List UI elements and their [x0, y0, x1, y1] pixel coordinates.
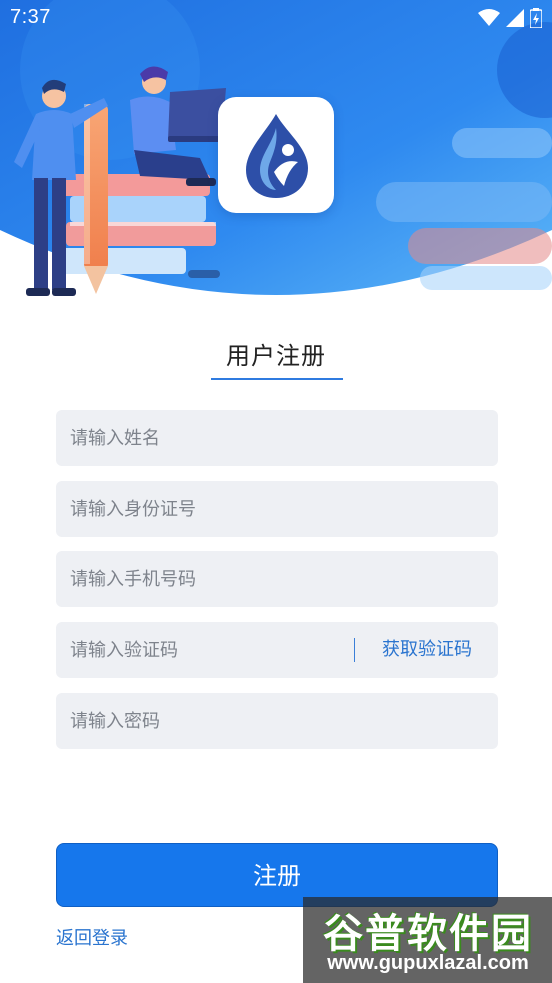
name-field[interactable]	[56, 410, 498, 466]
app-logo-icon	[246, 114, 308, 198]
verification-code-field[interactable]: 获取验证码	[56, 622, 498, 678]
title-wrap: 用户注册	[0, 336, 552, 371]
verification-code-input[interactable]	[70, 622, 340, 678]
phone-input[interactable]	[70, 551, 480, 607]
watermark-url: www.gupuxlazal.com	[327, 952, 529, 974]
phone-field[interactable]	[56, 551, 498, 607]
get-code-button[interactable]: 获取验证码	[356, 622, 498, 678]
status-icons	[478, 8, 542, 28]
battery-icon	[530, 8, 542, 28]
status-bar: 7:37	[0, 0, 552, 38]
wifi-icon	[478, 9, 500, 26]
name-input[interactable]	[70, 410, 480, 466]
page-title: 用户注册	[226, 342, 326, 370]
pen-illustration	[84, 104, 108, 294]
status-time: 7:37	[10, 6, 51, 28]
watermark-title: 谷普软件园	[323, 911, 533, 957]
title-underline	[211, 378, 343, 380]
id-number-input[interactable]	[70, 481, 480, 537]
back-to-login-link[interactable]: 返回登录	[56, 924, 128, 950]
watermark: 谷普软件园 www.gupuxlazal.com	[303, 897, 552, 983]
id-number-field[interactable]	[56, 481, 498, 537]
password-input[interactable]	[70, 693, 480, 749]
app-logo	[218, 97, 334, 213]
code-divider	[354, 638, 355, 662]
signal-icon	[506, 9, 524, 27]
password-field[interactable]	[56, 693, 498, 749]
